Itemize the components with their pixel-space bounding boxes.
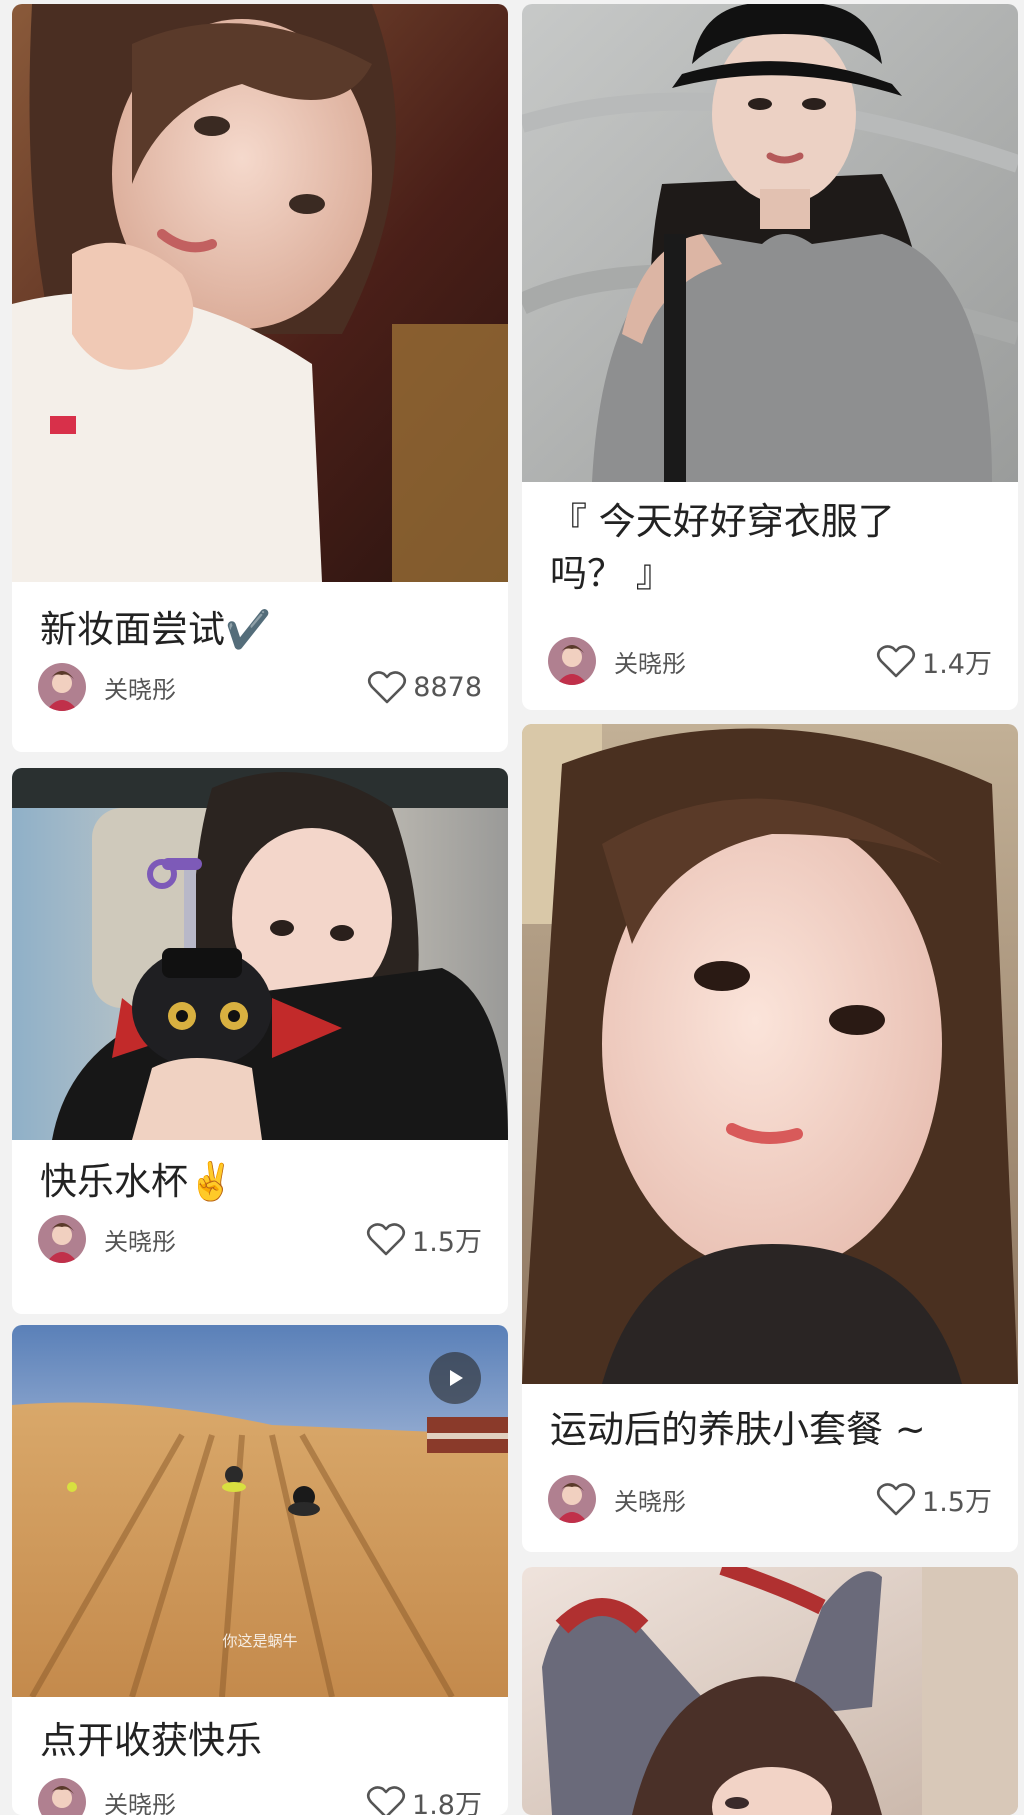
like-count: 1.5万 [412, 1226, 482, 1258]
play-icon[interactable] [429, 1352, 481, 1404]
note-card[interactable]: 你这是蜗牛 点开收获快乐 关晓彤 1.8万 [12, 1325, 508, 1815]
note-meta: 关晓彤 1.5万 [12, 1214, 508, 1264]
note-title[interactable]: 快乐水杯✌️ [12, 1156, 508, 1208]
heart-icon [366, 1786, 406, 1815]
heart-icon [876, 1483, 916, 1516]
note-title[interactable]: 运动后的养肤小套餐 ~ [522, 1404, 1018, 1456]
avatar[interactable] [38, 1215, 86, 1263]
like-count: 1.5万 [922, 1486, 992, 1518]
avatar[interactable] [548, 1475, 596, 1523]
note-cover-image[interactable] [522, 4, 1018, 482]
video-subtitle: 你这是蜗牛 [222, 1632, 298, 1650]
note-cover-image[interactable] [12, 768, 508, 1140]
note-title-line: 吗？ 』 [550, 552, 673, 595]
note-card[interactable]: 快乐水杯✌️ 关晓彤 1.5万 [12, 768, 508, 1314]
note-title[interactable]: 新妆面尝试✔️ [12, 604, 508, 656]
heart-icon [368, 671, 407, 704]
like-count: 1.4万 [922, 648, 992, 680]
note-cover-image[interactable] [12, 4, 508, 582]
like-count: 8878 [413, 671, 482, 703]
author-name[interactable]: 关晓彤 [104, 670, 367, 705]
like-button[interactable]: 1.8万 [366, 1783, 482, 1815]
note-cover-image[interactable] [522, 1567, 1018, 1815]
like-button[interactable]: 1.4万 [876, 642, 992, 681]
note-meta: 关晓彤 8878 [12, 662, 508, 712]
note-card[interactable]: 新妆面尝试✔️ 关晓彤 8878 [12, 4, 508, 752]
author-name[interactable]: 关晓彤 [614, 644, 876, 679]
note-cover-video[interactable]: 你这是蜗牛 [12, 1325, 508, 1697]
like-button[interactable]: 8878 [367, 669, 482, 705]
heart-icon [366, 1223, 406, 1256]
note-cover-image[interactable] [522, 724, 1018, 1384]
note-card[interactable]: 『 今天好好穿衣服了 吗？ 』 关晓彤 1.4万 [522, 4, 1018, 710]
avatar[interactable] [548, 637, 596, 685]
note-title-line: 『 今天好好穿衣服了 [550, 500, 895, 543]
note-title[interactable]: 『 今天好好穿衣服了 吗？ 』 [522, 496, 1018, 600]
like-count: 1.8万 [412, 1789, 482, 1815]
note-meta: 关晓彤 1.5万 [522, 1474, 1018, 1524]
author-name[interactable]: 关晓彤 [104, 1785, 366, 1815]
author-name[interactable]: 关晓彤 [104, 1222, 366, 1257]
note-meta: 关晓彤 1.8万 [12, 1777, 508, 1815]
note-title[interactable]: 点开收获快乐 [12, 1715, 508, 1767]
note-feed: 新妆面尝试✔️ 关晓彤 8878 『 今天好好穿衣服了 吗？ 』 关晓彤 1.4… [0, 0, 1024, 1815]
author-name[interactable]: 关晓彤 [614, 1482, 876, 1517]
avatar[interactable] [38, 1778, 86, 1815]
note-card[interactable]: 运动后的养肤小套餐 ~ 关晓彤 1.5万 [522, 724, 1018, 1552]
note-card[interactable] [522, 1567, 1018, 1815]
like-button[interactable]: 1.5万 [876, 1480, 992, 1519]
note-meta: 关晓彤 1.4万 [522, 636, 1018, 686]
heart-icon [876, 645, 916, 678]
like-button[interactable]: 1.5万 [366, 1220, 482, 1259]
avatar[interactable] [38, 663, 86, 711]
